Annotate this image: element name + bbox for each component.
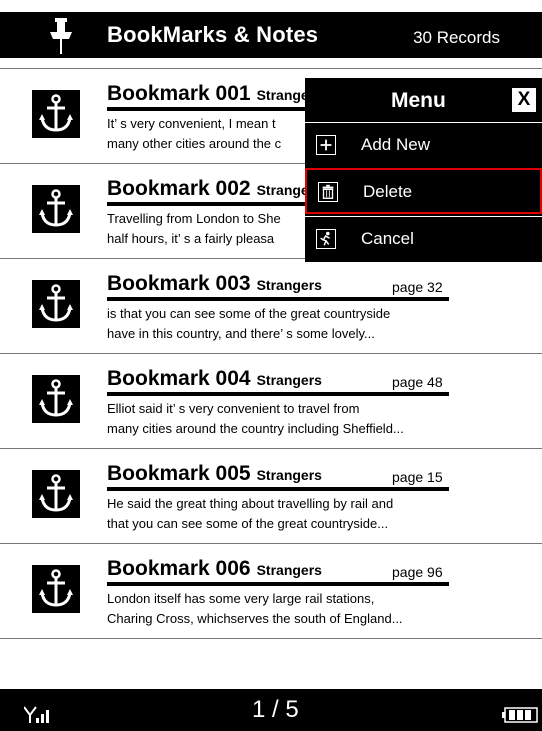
signal-icon xyxy=(24,706,49,723)
bookmark-page: page 32 xyxy=(392,279,443,295)
bookmark-page: page 15 xyxy=(392,469,443,485)
anchor-icon xyxy=(32,470,80,518)
list-item[interactable]: Bookmark 003 Strangers page 32 is that yo… xyxy=(0,258,542,353)
bookmark-title: Bookmark 004 Strangers xyxy=(107,367,322,390)
page-indicator: 1 / 5 xyxy=(252,696,299,723)
bookmark-page: page 96 xyxy=(392,564,443,580)
menu-item-label: Add New xyxy=(361,135,430,154)
bookmark-page: page 48 xyxy=(392,374,443,390)
menu-title: Menu xyxy=(391,89,446,112)
pushpin-icon xyxy=(50,18,72,54)
bookmark-book: Strangers xyxy=(256,372,322,388)
bookmark-excerpt: is that you can see some of the great co… xyxy=(107,306,391,341)
menu-item-label: Cancel xyxy=(361,229,414,248)
bookmark-title: Bookmark 006 Strangers xyxy=(107,557,322,580)
header-bar: BookMarks & Notes 30 Records xyxy=(0,12,542,58)
anchor-icon xyxy=(32,280,80,328)
trash-icon xyxy=(318,182,338,202)
bookmark-book: Strangers xyxy=(256,467,322,483)
menu-item-cancel[interactable]: Cancel xyxy=(305,216,542,262)
divider xyxy=(107,392,449,396)
list-item[interactable]: Bookmark 004 Strangers page 48 Elliot sai… xyxy=(0,353,542,448)
anchor-icon xyxy=(32,375,80,423)
bookmark-excerpt: Elliot said it’ s very convenient to tra… xyxy=(107,401,404,436)
menu-item-delete[interactable]: Delete xyxy=(305,168,542,214)
divider xyxy=(107,297,449,301)
plus-icon xyxy=(316,135,336,155)
cancel-icon xyxy=(316,229,336,249)
bookmark-book: Strangers xyxy=(256,562,322,578)
anchor-icon xyxy=(32,565,80,613)
anchor-icon xyxy=(32,185,80,233)
menu-header: Menu X xyxy=(305,78,542,122)
list-item[interactable]: Bookmark 005 Strangers page 15 He said th… xyxy=(0,448,542,543)
menu-item-add-new[interactable]: Add New xyxy=(305,122,542,168)
bookmark-title: Bookmark 002 Strangers xyxy=(107,177,322,200)
bookmark-title: Bookmark 003 Strangers xyxy=(107,272,322,295)
anchor-icon xyxy=(32,90,80,138)
footer-bar: 1 / 5 xyxy=(0,689,542,731)
menu-item-label: Delete xyxy=(363,182,413,201)
close-button[interactable]: X xyxy=(512,88,536,112)
battery-icon xyxy=(502,707,538,723)
divider xyxy=(107,582,449,586)
bookmark-book: Strangers xyxy=(256,277,322,293)
divider xyxy=(107,487,449,491)
bookmark-excerpt: London itself has some very large rail s… xyxy=(107,591,403,626)
record-count: 30 Records xyxy=(413,28,500,47)
bookmark-title: Bookmark 001 Strangers xyxy=(107,82,322,105)
page-title: BookMarks & Notes xyxy=(107,22,319,47)
bookmark-excerpt: He said the great thing about travelling… xyxy=(107,496,394,531)
context-menu: Menu X Add New Delete Cancel xyxy=(305,78,542,262)
bookmark-title: Bookmark 005 Strangers xyxy=(107,462,322,485)
list-item[interactable]: Bookmark 006 Strangers page 96 London its… xyxy=(0,543,542,639)
